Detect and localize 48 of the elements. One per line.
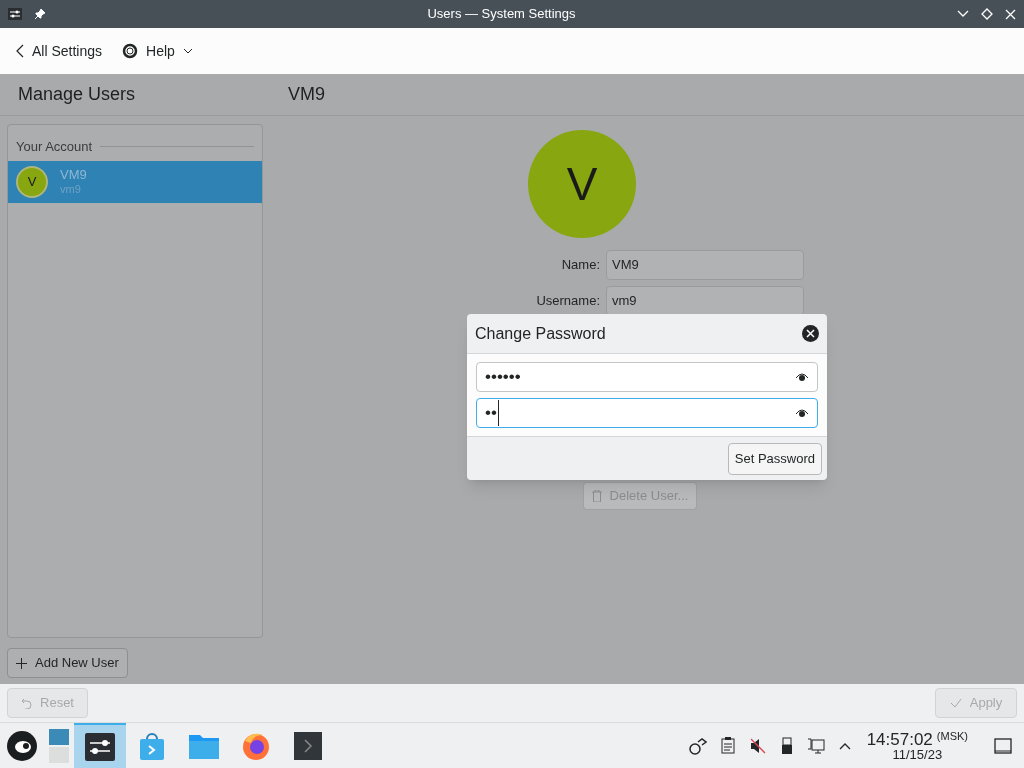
maximize-icon[interactable] — [981, 8, 993, 20]
page-title: Manage Users — [17, 83, 137, 106]
user-login: vm9 — [60, 182, 82, 197]
check-icon — [949, 698, 962, 708]
section-header: Your Account — [16, 138, 93, 156]
muted-speaker-icon[interactable] — [748, 736, 767, 755]
password-field[interactable]: •••••• — [476, 362, 818, 392]
monitor-icon[interactable] — [806, 736, 825, 755]
chevron-up-icon[interactable] — [838, 741, 851, 750]
page-title: VM9 — [287, 83, 325, 106]
text-field[interactable]: VM9 — [606, 250, 804, 280]
back-icon — [16, 44, 24, 58]
dialog-title: Change Password — [475, 323, 607, 344]
terminal-icon[interactable] — [294, 731, 322, 760]
caret-icon — [182, 48, 193, 54]
settings-icon[interactable] — [8, 8, 22, 20]
close-icon[interactable] — [1005, 8, 1016, 20]
close-icon[interactable] — [802, 325, 819, 342]
window-title: Users — System Settings — [426, 5, 577, 24]
user-avatar[interactable]: V — [528, 130, 636, 238]
undo-icon — [21, 697, 32, 709]
user-avatar: V — [16, 165, 48, 198]
password-field[interactable]: •• — [476, 398, 818, 428]
desktop-pager-icon[interactable] — [47, 727, 71, 764]
add-user-button[interactable]: Add New User — [7, 648, 128, 678]
field-label: Username: — [535, 292, 600, 311]
show-desktop-icon[interactable] — [994, 737, 1012, 754]
lifebuoy-icon — [122, 43, 139, 59]
user-list-item[interactable]: V VM9 vm9 — [8, 160, 262, 203]
trash-icon — [591, 490, 602, 502]
plus-icon — [16, 657, 27, 669]
usb-drive-icon[interactable] — [780, 736, 793, 755]
eye-icon[interactable] — [795, 372, 809, 382]
back-button[interactable]: All Settings — [16, 40, 103, 62]
pin-icon[interactable] — [34, 8, 46, 20]
user-name: VM9 — [60, 166, 87, 183]
field-label: Name: — [560, 256, 600, 275]
set-password-button[interactable]: Set Password — [727, 442, 822, 475]
eye-icon[interactable] — [795, 408, 809, 418]
clipboard-icon[interactable] — [720, 737, 735, 754]
minimize-icon[interactable] — [957, 10, 969, 18]
text-field[interactable]: vm9 — [606, 286, 804, 316]
launcher-icon[interactable] — [6, 729, 38, 762]
clock[interactable]: 14:57:02 (MSK) 11/15/23 — [866, 730, 968, 761]
settings-icon[interactable] — [85, 732, 115, 761]
folder-icon[interactable] — [189, 732, 219, 759]
help-button[interactable]: Help — [122, 40, 193, 62]
shopping-bag-icon[interactable] — [138, 730, 166, 761]
